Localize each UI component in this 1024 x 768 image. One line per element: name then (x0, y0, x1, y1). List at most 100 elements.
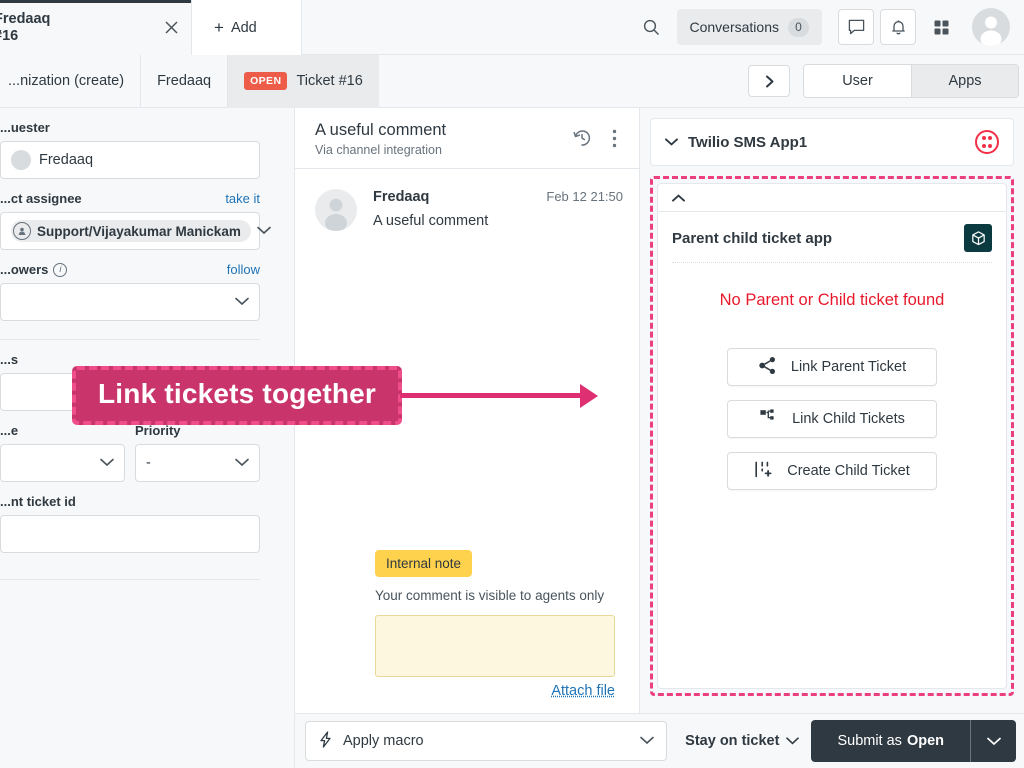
bolt-icon (318, 730, 333, 752)
parent-child-app-header: Parent child ticket app (658, 212, 1006, 252)
submit-group: Submit as Open (811, 720, 1016, 762)
conversations-label: Conversations (689, 19, 780, 35)
internal-note-pill[interactable]: Internal note (375, 550, 473, 577)
requester-value: Fredaaq (39, 152, 94, 168)
tab-apps[interactable]: Apps (911, 65, 1018, 97)
chat-bubble-icon[interactable] (838, 9, 874, 45)
attach-file-link[interactable]: Attach file (375, 683, 615, 699)
conversations-count: 0 (788, 17, 809, 37)
breadcrumb: ...nization (create) Fredaaq OPEN Ticket… (0, 54, 379, 108)
comment-text: A useful comment (373, 213, 489, 229)
submit-button[interactable]: Submit as Open (811, 720, 970, 762)
avatar[interactable] (972, 8, 1010, 46)
no-ticket-message: No Parent or Child ticket found (719, 291, 945, 309)
comment-editor[interactable] (375, 615, 615, 677)
avatar (315, 189, 357, 231)
bottom-action-bar: Apply macro Stay on ticket Submit as Ope… (295, 713, 1024, 768)
chevron-right-icon[interactable] (748, 65, 790, 97)
more-vertical-icon[interactable] (603, 127, 625, 149)
history-clock-icon[interactable] (571, 127, 593, 149)
breadbar-actions: User Apps (748, 64, 1024, 98)
ticket-tab-line2: #16 (0, 27, 19, 44)
parent-ticket-id-label-row: ...nt ticket id (0, 494, 260, 515)
close-icon[interactable] (151, 21, 191, 34)
page-title: A useful comment (315, 120, 447, 139)
parent-child-app-title: Parent child ticket app (672, 229, 833, 247)
zendesk-ticket-view: Fredaaq #16 + Add Conversations 0 (0, 0, 1024, 768)
assignee-select[interactable]: Support/Vijayakumar Manickam (0, 212, 271, 250)
plus-icon: + (214, 17, 224, 37)
breadcrumb-item-organization[interactable]: ...nization (create) (0, 54, 142, 108)
priority-field: Priority - (135, 423, 260, 482)
type-label: ...e (0, 423, 19, 438)
search-icon[interactable] (633, 8, 671, 46)
breadcrumb-label: ...nization (create) (8, 73, 125, 89)
twilio-dot (982, 136, 986, 141)
comment-composer: Internal note Your comment is visible to… (295, 550, 639, 713)
divider (672, 262, 992, 263)
chevron-down-icon (229, 294, 249, 310)
top-tab-bar: Fredaaq #16 + Add Conversations 0 (0, 0, 1024, 55)
twilio-app-header[interactable]: Twilio SMS App1 (650, 118, 1014, 166)
apply-macro-select[interactable]: Apply macro (305, 721, 668, 761)
panel-toggle-group: User Apps (803, 64, 1019, 98)
submit-prefix: Submit as (837, 733, 902, 749)
twilio-icon (975, 130, 999, 154)
breadcrumb-label: Ticket #16 (296, 73, 363, 89)
apply-macro-label: Apply macro (343, 733, 424, 749)
priority-select[interactable]: - (135, 444, 260, 482)
parent-child-actions: Link Parent Ticket Link Child Tickets Cr… (658, 348, 1006, 490)
add-tab-label: Add (230, 19, 257, 36)
conversations-button[interactable]: Conversations 0 (676, 9, 822, 45)
take-it-link[interactable]: take it (225, 191, 260, 206)
conversation-panel: A useful comment Via channel integration… (295, 108, 640, 713)
ticket-tab-fredaaq[interactable]: Fredaaq #16 (0, 0, 192, 55)
add-tab-button[interactable]: + Add (192, 0, 302, 55)
followers-select[interactable] (0, 283, 260, 321)
parent-ticket-id-label: ...nt ticket id (0, 494, 76, 509)
type-select[interactable] (0, 444, 125, 482)
tags-input[interactable] (0, 373, 260, 411)
stay-on-ticket-select[interactable]: Stay on ticket (685, 733, 800, 749)
apps-grid-icon[interactable] (922, 8, 960, 46)
comment-meta: Fredaaq Feb 12 21:50 (373, 189, 623, 205)
two-column-group: ...e Priority - (0, 423, 260, 482)
twilio-dot (988, 136, 992, 141)
info-icon[interactable]: i (53, 262, 68, 277)
link-parent-ticket-button[interactable]: Link Parent Ticket (727, 348, 937, 386)
priority-label-row: Priority (135, 423, 260, 444)
comment-timestamp: Feb 12 21:50 (546, 189, 623, 204)
link-child-tickets-button[interactable]: Link Child Tickets (727, 400, 937, 438)
create-child-ticket-button[interactable]: Create Child Ticket (727, 452, 937, 490)
conversation-header-text: A useful comment Via channel integration (315, 120, 571, 157)
breadcrumb-item-ticket[interactable]: OPEN Ticket #16 (228, 54, 379, 108)
conversation-header-actions (571, 127, 625, 149)
status-badge: OPEN (244, 72, 288, 90)
comment-item: Fredaaq Feb 12 21:50 A useful comment (295, 169, 639, 231)
tags-label-row: ...s (0, 352, 260, 373)
parent-child-app-card: Parent child ticket app No Parent or Chi… (657, 183, 1007, 689)
chevron-down-icon (786, 733, 800, 749)
breadcrumb-item-fredaaq[interactable]: Fredaaq (141, 54, 229, 108)
twilio-app-title: Twilio SMS App1 (688, 133, 808, 151)
bell-icon[interactable] (880, 9, 916, 45)
chevron-down-icon[interactable] (665, 134, 678, 151)
group-icon (13, 222, 31, 240)
topbar-actions: Conversations 0 (633, 0, 1024, 54)
chevron-up-icon[interactable] (658, 184, 1006, 212)
apps-panel: Twilio SMS App1 Parent child ticket app (640, 108, 1024, 713)
requester-field: ...uester Fredaaq (0, 120, 260, 179)
highlight-region: Parent child ticket app No Parent or Chi… (650, 176, 1014, 696)
ticket-properties-panel: ...uester Fredaaq ...ct assignee take it (0, 108, 295, 768)
visibility-hint: Your comment is visible to agents only (375, 588, 605, 603)
stay-on-ticket-label: Stay on ticket (685, 733, 780, 749)
parent-ticket-id-input[interactable] (0, 515, 260, 553)
tab-user[interactable]: User (804, 65, 911, 97)
submit-dropdown-button[interactable] (970, 720, 1016, 762)
requester-input[interactable]: Fredaaq (0, 141, 260, 179)
tab-user-label: User (842, 73, 873, 89)
create-child-ticket-label: Create Child Ticket (787, 463, 910, 479)
follow-link[interactable]: follow (227, 262, 260, 277)
chevron-down-icon (229, 455, 249, 471)
assignee-value: Support/Vijayakumar Manickam (37, 223, 241, 239)
